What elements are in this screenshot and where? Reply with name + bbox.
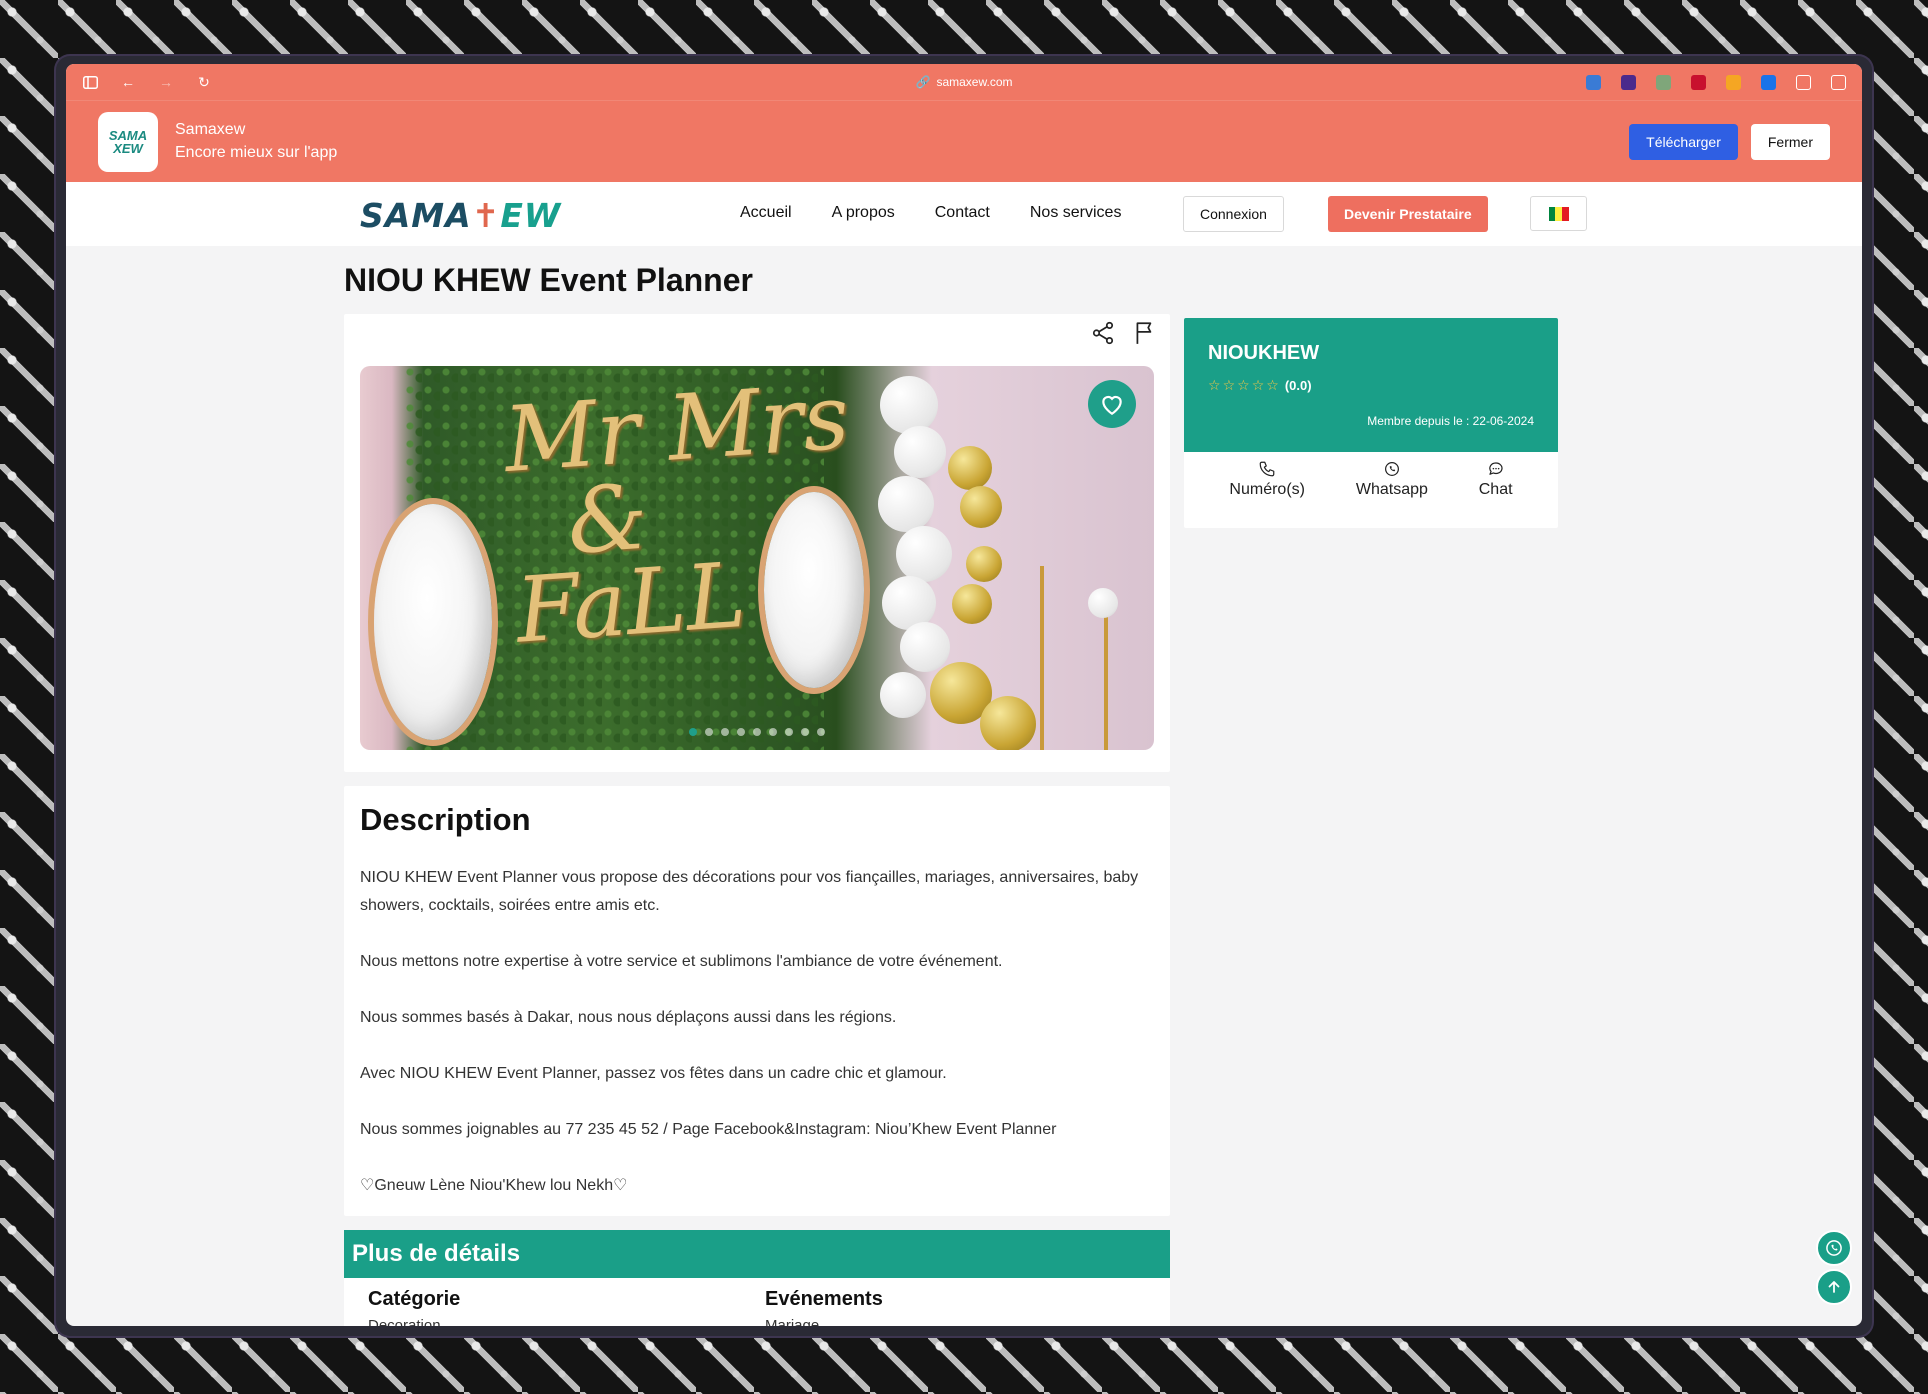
whatsapp-icon <box>1826 1240 1842 1256</box>
nav-link-nos-services[interactable]: Nos services <box>1030 204 1122 222</box>
description-card: Description NIOU KHEW Event Planner vous… <box>344 786 1170 1216</box>
extension-icon[interactable] <box>1726 74 1741 90</box>
browser-toolbar: ← → ↻ 🔗 samaxew.com <box>66 64 1862 100</box>
sidebar-right-icon[interactable] <box>1831 74 1846 90</box>
seller-rating: ☆ ☆ ☆ ☆ ☆ (0.0) <box>1208 377 1534 394</box>
star-icon: ☆ <box>1266 377 1279 393</box>
browser-window: ← → ↻ 🔗 samaxew.com SAMA XEW Samaxew Enc… <box>66 64 1862 1326</box>
login-button[interactable]: Connexion <box>1183 196 1284 232</box>
reader-icon[interactable] <box>1796 74 1811 90</box>
download-app-button[interactable]: Télécharger <box>1629 123 1738 160</box>
extension-icon[interactable] <box>1621 74 1636 90</box>
extension-icon[interactable] <box>1691 74 1706 90</box>
chat-label: Chat <box>1478 481 1513 498</box>
logo-part-ew: EW <box>500 196 562 235</box>
sidebar-toggle-icon[interactable] <box>82 74 98 90</box>
category-value: Decoration <box>368 1317 441 1326</box>
gallery-photo[interactable]: Mr Mrs & FaLL <box>360 366 1154 750</box>
carousel-dot[interactable] <box>769 728 777 736</box>
carousel-dot[interactable] <box>785 728 793 736</box>
site-logo[interactable]: SAMA✝EW <box>360 196 561 235</box>
address-bar[interactable]: 🔗 samaxew.com <box>916 75 1013 89</box>
events-label: Evénements <box>765 1288 883 1310</box>
carousel-dot[interactable] <box>817 728 825 736</box>
site-navbar: SAMA✝EW Accueil A propos Contact Nos ser… <box>66 182 1862 246</box>
close-banner-button[interactable]: Fermer <box>1750 123 1830 160</box>
more-details-body: Catégorie Decoration Evénements Mariage <box>344 1278 1170 1326</box>
carousel-dot[interactable] <box>721 728 729 736</box>
description-heading: Description <box>360 802 531 837</box>
reload-icon[interactable]: ↻ <box>196 74 212 90</box>
seller-name: NIOUKHEW <box>1208 342 1320 364</box>
phone-numbers-label: Numéro(s) <box>1229 481 1305 498</box>
seller-card: NIOUKHEW ☆ ☆ ☆ ☆ ☆ (0.0) Membre depuis l… <box>1184 318 1558 528</box>
extension-icon[interactable] <box>1761 74 1776 90</box>
forward-arrow-icon[interactable]: → <box>158 74 174 90</box>
white-chair <box>374 504 492 740</box>
carousel-dot[interactable] <box>689 728 697 736</box>
gallery-card: Mr Mrs & FaLL <box>344 314 1170 772</box>
category-label: Catégorie <box>368 1288 461 1310</box>
nav-links: Accueil A propos Contact Nos services <box>740 204 1121 222</box>
phone-icon <box>1259 461 1275 477</box>
whatsapp-icon <box>1384 462 1399 476</box>
description-paragraph: Nous sommes joignables au 77 235 45 52 /… <box>360 1121 1057 1138</box>
nav-link-accueil[interactable]: Accueil <box>740 204 792 222</box>
arrow-up-icon <box>1828 1281 1840 1293</box>
link-icon: 🔗 <box>915 75 931 89</box>
become-provider-button[interactable]: Devenir Prestataire <box>1328 196 1488 232</box>
nav-link-a-propos[interactable]: A propos <box>832 204 895 222</box>
extension-icon[interactable] <box>1656 74 1671 90</box>
share-icon[interactable] <box>1090 320 1116 351</box>
chat-icon <box>1488 462 1503 475</box>
extension-icon[interactable] <box>1586 74 1601 90</box>
language-selector[interactable] <box>1530 196 1587 231</box>
description-paragraph: Nous mettons notre expertise à votre ser… <box>360 953 1003 970</box>
description-paragraph: Nous sommes basés à Dakar, nous nous dép… <box>360 1009 897 1026</box>
rating-value: (0.0) <box>1284 378 1312 393</box>
back-arrow-icon[interactable]: ← <box>120 74 136 90</box>
page-title: NIOU KHEW Event Planner <box>344 262 753 298</box>
carousel-indicators <box>689 728 825 736</box>
description-paragraph: Avec NIOU KHEW Event Planner, passez vos… <box>360 1065 947 1082</box>
app-name: Samaxew <box>175 121 246 138</box>
senegal-flag-icon <box>1548 206 1569 221</box>
star-icon: ☆ <box>1251 377 1265 393</box>
app-tagline: Encore mieux sur l'app <box>175 144 338 161</box>
whatsapp-button[interactable]: Whatsapp <box>1356 460 1428 499</box>
star-icon: ☆ <box>1222 377 1236 393</box>
description-paragraph: NIOU KHEW Event Planner vous propose des… <box>360 869 1139 914</box>
more-details-heading: Plus de détails <box>344 1230 1170 1278</box>
heart-icon <box>1102 395 1122 416</box>
app-logo: SAMA XEW <box>98 111 158 172</box>
page-content: NIOU KHEW Event Planner Mr Mrs & FaLL NI… <box>66 246 1862 1326</box>
report-flag-icon[interactable] <box>1132 320 1158 351</box>
member-since: Membre depuis le : 22-06-2024 <box>1367 414 1534 428</box>
star-icon: ☆ <box>1208 377 1221 393</box>
chat-button[interactable]: Chat <box>1479 460 1513 499</box>
scroll-top-button[interactable] <box>1816 1269 1852 1305</box>
app-download-banner: SAMA XEW Samaxew Encore mieux sur l'app T… <box>66 100 1862 182</box>
whatsapp-label: Whatsapp <box>1355 481 1428 498</box>
phone-numbers-button[interactable]: Numéro(s) <box>1229 460 1305 499</box>
logo-part-sama: SAMA <box>360 196 472 235</box>
carousel-dot[interactable] <box>753 728 761 736</box>
description-paragraph: ♡Gneuw Lène Niou'Khew lou Nekh♡ <box>360 1177 628 1194</box>
carousel-dot[interactable] <box>801 728 809 736</box>
favorite-button[interactable] <box>1088 380 1136 428</box>
carousel-dot[interactable] <box>737 728 745 736</box>
events-value: Mariage <box>765 1317 820 1326</box>
browser-frame: ← → ↻ 🔗 samaxew.com SAMA XEW Samaxew Enc… <box>56 56 1872 1336</box>
white-chair <box>764 492 864 688</box>
url-text: samaxew.com <box>936 75 1013 89</box>
carousel-dot[interactable] <box>705 728 713 736</box>
nav-link-contact[interactable]: Contact <box>935 204 990 222</box>
whatsapp-float-button[interactable] <box>1816 1230 1852 1266</box>
star-icon: ☆ <box>1237 377 1250 393</box>
